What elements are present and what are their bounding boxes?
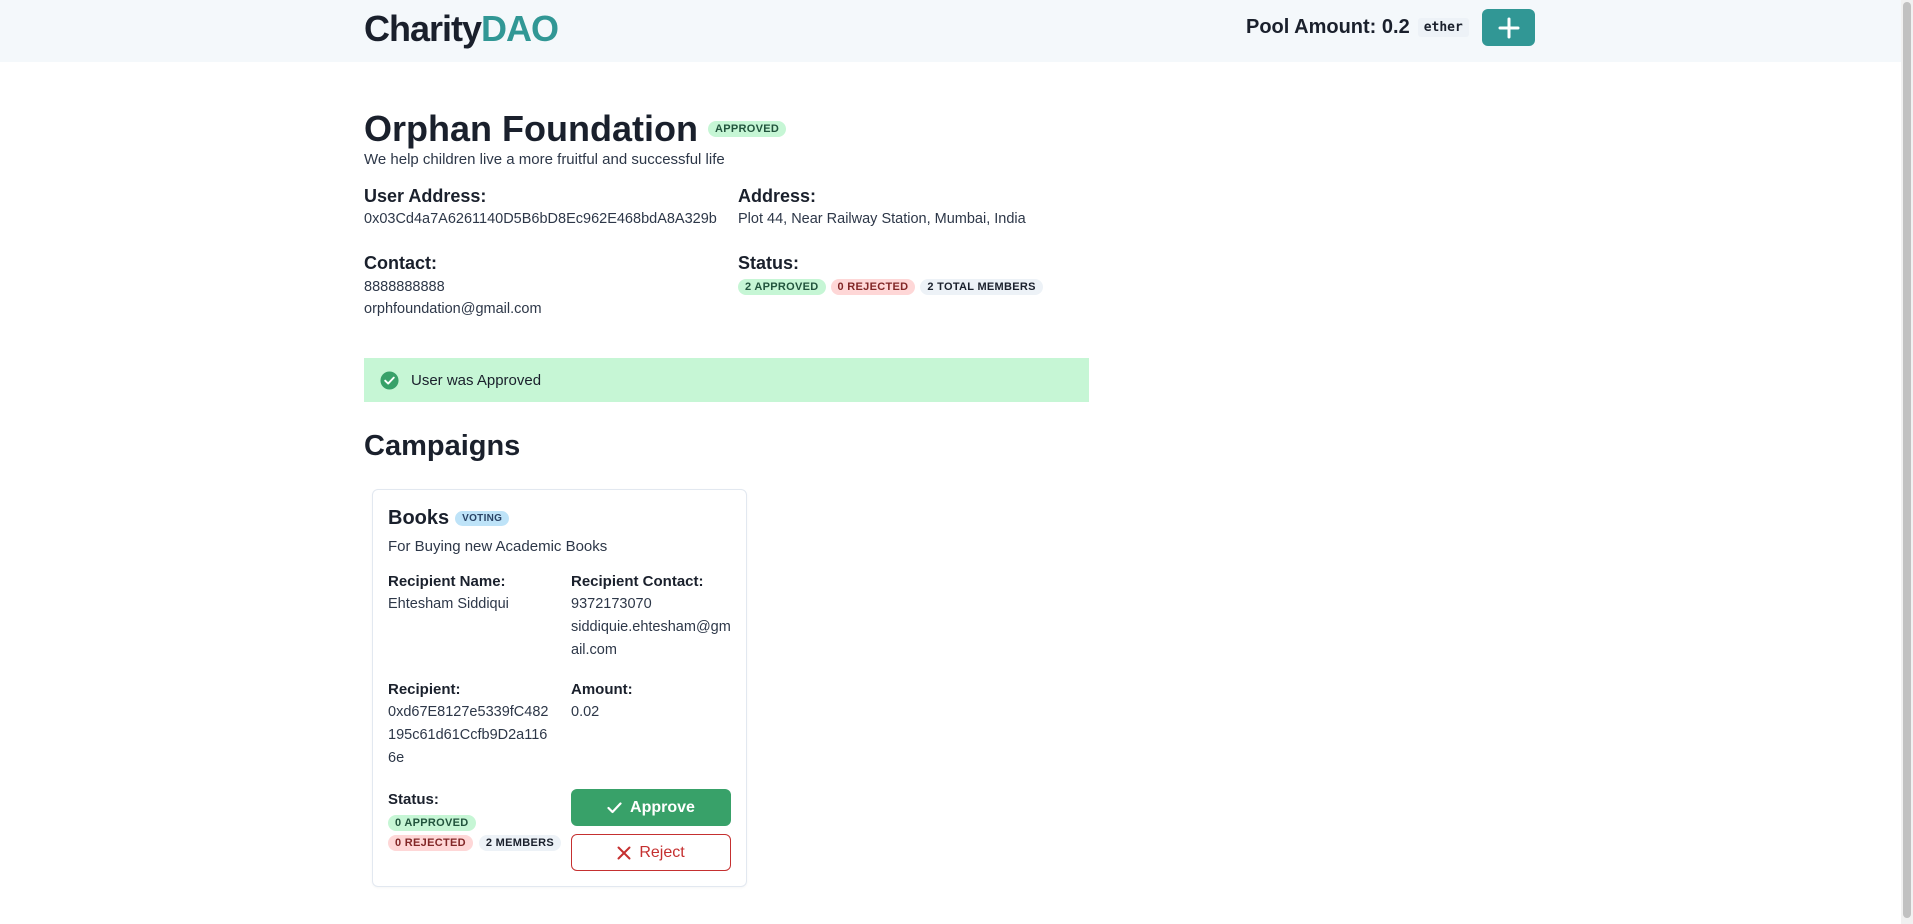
org-tagline: We help children live a more fruitful an… — [364, 151, 725, 168]
address-label: Address: — [738, 186, 817, 206]
page-title: Orphan Foundation — [364, 108, 698, 149]
reject-button[interactable]: Reject — [571, 834, 731, 871]
campaign-counts-row: 0 REJECTED 2 MEMBERS — [388, 835, 561, 851]
recipient-phone: 9372173070 — [571, 596, 652, 612]
user-address-value: 0x03Cd4a7A6261140D5B6bD8Ec962E468bdA8A32… — [364, 211, 717, 227]
scrollbar-thumb[interactable] — [1903, 2, 1911, 918]
contact-email: orphfoundation@gmail.com — [364, 301, 542, 317]
amount-value: 0.02 — [571, 704, 600, 720]
recipient-email: siddiquie.ehtesham@gmail.com — [571, 619, 731, 658]
approve-button[interactable]: Approve — [571, 789, 731, 826]
reject-label: Reject — [639, 843, 685, 861]
alert-message: User was Approved — [411, 371, 542, 389]
page-scrollbar[interactable] — [1901, 0, 1913, 924]
campaign-members-badge: 2 MEMBERS — [478, 835, 561, 851]
plus-icon — [1498, 17, 1519, 38]
campaign-description: For Buying new Academic Books — [388, 538, 608, 555]
check-icon — [607, 801, 622, 813]
campaign-title: Books — [388, 507, 450, 529]
top-navbar: CharityDAO Pool Amount: 0.2 ether — [0, 0, 1901, 62]
amount-label: Amount: — [571, 681, 633, 698]
campaign-title-row: Books VOTING — [388, 507, 510, 530]
app-logo[interactable]: CharityDAO — [364, 8, 559, 50]
recipient-name-label: Recipient Name: — [388, 573, 506, 590]
campaign-approved-row: 0 APPROVED — [388, 813, 476, 831]
logo-text-dao: DAO — [481, 8, 559, 49]
campaign-status-label: Status: — [388, 791, 439, 808]
contact-label: Contact: — [364, 253, 437, 273]
org-title-row: Orphan Foundation APPROVED — [364, 108, 787, 150]
recipient-label: Recipient: — [388, 681, 461, 698]
user-address-label: User Address: — [364, 186, 487, 206]
approve-label: Approve — [630, 798, 695, 816]
status-label: Status: — [738, 253, 800, 273]
close-icon — [617, 846, 631, 859]
pool-unit: ether — [1417, 18, 1469, 37]
pool-amount: Pool Amount: 0.2 ether — [1246, 16, 1469, 39]
contact-phone: 8888888888 — [364, 279, 445, 295]
campaigns-heading: Campaigns — [364, 430, 521, 462]
address-value: Plot 44, Near Railway Station, Mumbai, I… — [738, 211, 1026, 227]
approved-count-badge: 2 APPROVED — [738, 279, 826, 295]
campaign-card: Books VOTING For Buying new Academic Boo… — [372, 489, 747, 887]
org-status-badges: 2 APPROVED 0 REJECTED 2 TOTAL MEMBERS — [738, 279, 1043, 295]
rejected-count-badge: 0 REJECTED — [830, 279, 916, 295]
campaign-approved-badge: 0 APPROVED — [388, 815, 476, 831]
members-count-badge: 2 TOTAL MEMBERS — [920, 279, 1043, 295]
success-alert: User was Approved — [364, 358, 1089, 402]
campaign-status-badge: VOTING — [455, 511, 510, 526]
check-circle-icon — [380, 370, 399, 390]
recipient-name-value: Ehtesham Siddiqui — [388, 596, 509, 612]
campaign-rejected-badge: 0 REJECTED — [388, 835, 473, 851]
org-status-badge: APPROVED — [707, 121, 787, 137]
recipient-address: 0xd67E8127e5339fC482195c61d61Ccfb9D2a116… — [388, 704, 549, 766]
recipient-contact-label: Recipient Contact: — [571, 573, 704, 590]
logo-text-charity: Charity — [364, 8, 482, 49]
add-button[interactable] — [1482, 9, 1535, 46]
pool-amount-label: Pool Amount: 0.2 — [1246, 16, 1410, 38]
